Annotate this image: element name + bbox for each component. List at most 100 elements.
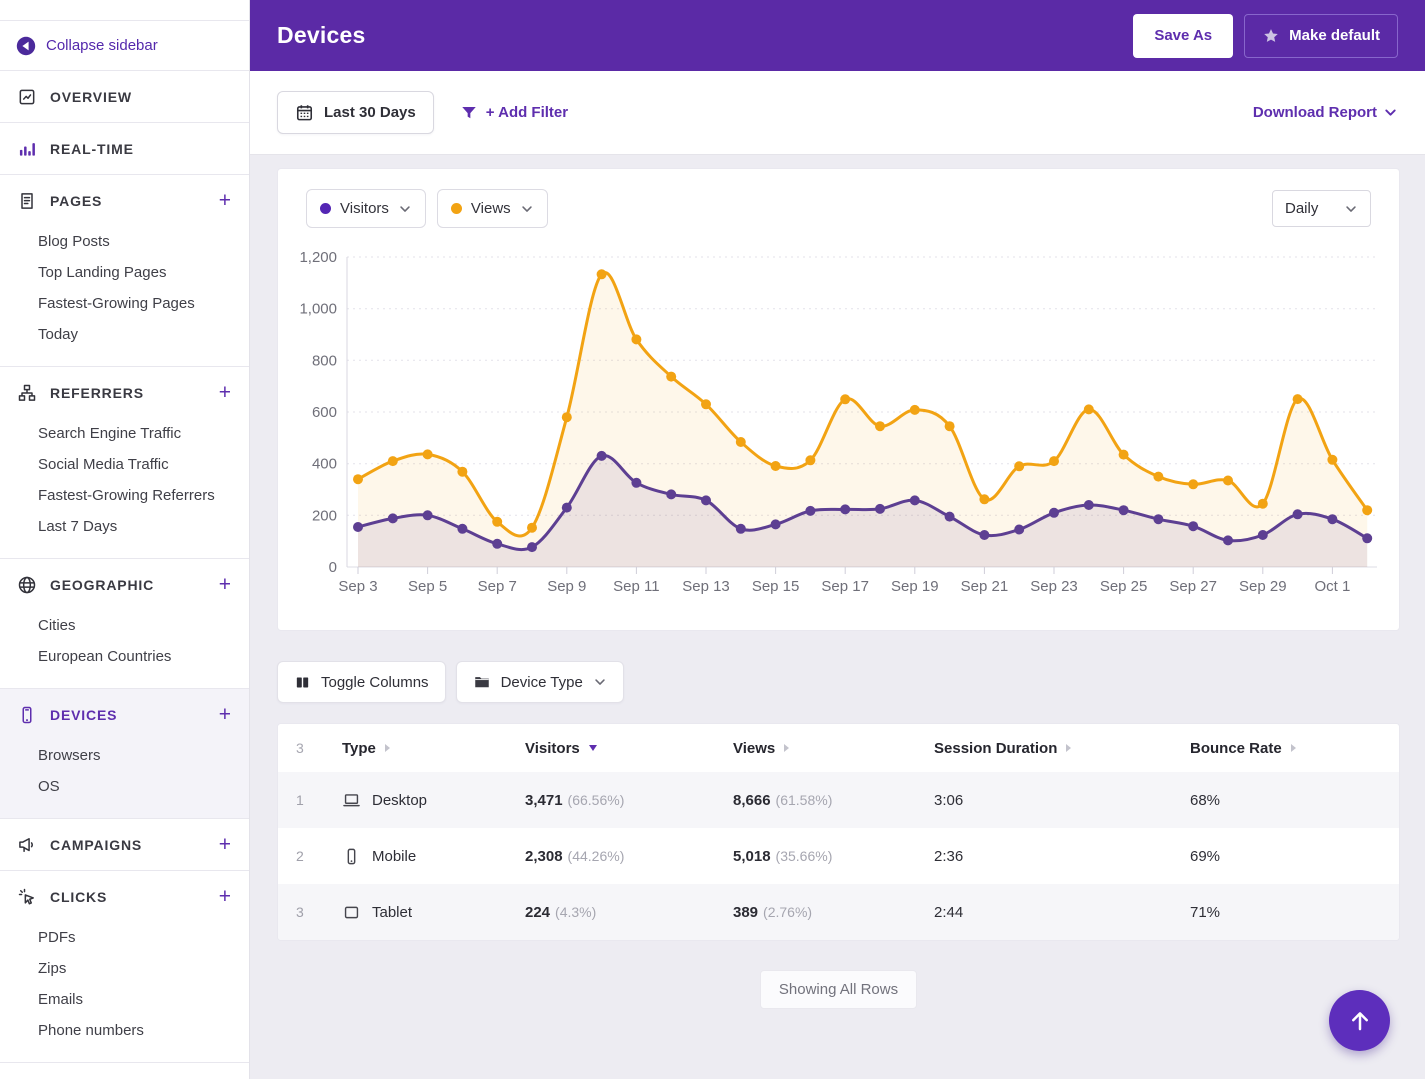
sidebar-subitem[interactable]: Phone numbers bbox=[0, 1015, 249, 1046]
visitors-data-point[interactable] bbox=[875, 504, 885, 514]
views-data-point[interactable] bbox=[771, 461, 781, 471]
device-type-dropdown[interactable]: Device Type bbox=[456, 661, 624, 703]
save-as-button[interactable]: Save As bbox=[1133, 14, 1233, 58]
sidebar-subitem[interactable]: Search Engine Traffic bbox=[0, 418, 249, 449]
table-row-desktop[interactable]: 1 Desktop 3,471(66.56%) 8,666(61.58%) 3:… bbox=[278, 772, 1399, 828]
visitors-data-point[interactable] bbox=[353, 522, 363, 532]
views-data-point[interactable] bbox=[1119, 450, 1129, 460]
visitors-data-point[interactable] bbox=[1258, 530, 1268, 540]
visitors-data-point[interactable] bbox=[1327, 514, 1337, 524]
visitors-data-point[interactable] bbox=[1014, 525, 1024, 535]
add-report-button[interactable]: + bbox=[219, 886, 231, 907]
add-report-button[interactable]: + bbox=[219, 574, 231, 595]
views-data-point[interactable] bbox=[736, 437, 746, 447]
visitors-data-point[interactable] bbox=[423, 510, 433, 520]
sidebar-subitem[interactable]: Top Landing Pages bbox=[0, 257, 249, 288]
views-data-point[interactable] bbox=[457, 467, 467, 477]
add-filter-button[interactable]: + Add Filter bbox=[460, 104, 568, 122]
sidebar-subitem[interactable]: Today bbox=[0, 319, 249, 350]
views-data-point[interactable] bbox=[388, 456, 398, 466]
table-row-mobile[interactable]: 2 Mobile 2,308(44.26%) 5,018(35.66%) 2:3… bbox=[278, 828, 1399, 884]
visitors-data-point[interactable] bbox=[736, 524, 746, 534]
sidebar-subitem[interactable]: Zips bbox=[0, 953, 249, 984]
views-data-point[interactable] bbox=[631, 334, 641, 344]
showing-all-rows-button[interactable]: Showing All Rows bbox=[760, 970, 917, 1009]
visitors-data-point[interactable] bbox=[1153, 514, 1163, 524]
toggle-columns-button[interactable]: Toggle Columns bbox=[277, 661, 446, 703]
column-header-bounce-rate[interactable]: Bounce Rate bbox=[1190, 740, 1399, 757]
views-data-point[interactable] bbox=[666, 372, 676, 382]
visitors-data-point[interactable] bbox=[1293, 509, 1303, 519]
views-data-point[interactable] bbox=[1153, 472, 1163, 482]
sidebar-subitem[interactable]: Social Media Traffic bbox=[0, 449, 249, 480]
visitors-data-point[interactable] bbox=[771, 519, 781, 529]
sidebar-subitem[interactable]: PDFs bbox=[0, 922, 249, 953]
views-data-point[interactable] bbox=[1223, 476, 1233, 486]
visitors-series-dropdown[interactable]: Visitors bbox=[306, 189, 426, 228]
sidebar-subitem[interactable]: Cities bbox=[0, 610, 249, 641]
add-report-button[interactable]: + bbox=[219, 190, 231, 211]
views-data-point[interactable] bbox=[353, 474, 363, 484]
scroll-to-top-button[interactable] bbox=[1329, 990, 1390, 1051]
views-series-dropdown[interactable]: Views bbox=[437, 189, 548, 228]
sidebar-subitem[interactable]: OS bbox=[0, 771, 249, 802]
views-data-point[interactable] bbox=[1014, 461, 1024, 471]
sidebar-subitem[interactable]: Last 7 Days bbox=[0, 511, 249, 542]
sidebar-subitem[interactable]: Blog Posts bbox=[0, 226, 249, 257]
visitors-data-point[interactable] bbox=[1119, 505, 1129, 515]
views-data-point[interactable] bbox=[1293, 394, 1303, 404]
visitors-data-point[interactable] bbox=[945, 512, 955, 522]
visitors-data-point[interactable] bbox=[388, 513, 398, 523]
sidebar-subitem[interactable]: Fastest-Growing Pages bbox=[0, 288, 249, 319]
visitors-data-point[interactable] bbox=[562, 503, 572, 513]
sidebar-item-devices[interactable]: DEVICES + bbox=[0, 689, 249, 740]
sidebar-subitem[interactable]: European Countries bbox=[0, 641, 249, 672]
sidebar-subitem[interactable]: Browsers bbox=[0, 740, 249, 771]
views-data-point[interactable] bbox=[805, 455, 815, 465]
add-report-button[interactable]: + bbox=[219, 834, 231, 855]
views-data-point[interactable] bbox=[527, 523, 537, 533]
column-header-visitors[interactable]: Visitors bbox=[525, 740, 733, 757]
views-data-point[interactable] bbox=[979, 494, 989, 504]
sidebar-item-clicks[interactable]: CLICKS + bbox=[0, 871, 249, 922]
views-data-point[interactable] bbox=[1084, 404, 1094, 414]
visitors-data-point[interactable] bbox=[597, 451, 607, 461]
views-data-point[interactable] bbox=[701, 399, 711, 409]
views-data-point[interactable] bbox=[945, 421, 955, 431]
add-report-button[interactable]: + bbox=[219, 704, 231, 725]
collapse-sidebar-button[interactable]: Collapse sidebar bbox=[0, 21, 249, 71]
views-data-point[interactable] bbox=[1188, 479, 1198, 489]
visitors-data-point[interactable] bbox=[979, 530, 989, 540]
column-header-views[interactable]: Views bbox=[733, 740, 934, 757]
sidebar-subitem[interactable]: Fastest-Growing Referrers bbox=[0, 480, 249, 511]
views-data-point[interactable] bbox=[1049, 456, 1059, 466]
views-data-point[interactable] bbox=[1362, 505, 1372, 515]
views-data-point[interactable] bbox=[492, 517, 502, 527]
visitors-data-point[interactable] bbox=[666, 489, 676, 499]
sidebar-item-geographic[interactable]: GEOGRAPHIC + bbox=[0, 559, 249, 610]
column-header-type[interactable]: Type bbox=[342, 740, 525, 757]
sidebar-subitem[interactable]: Emails bbox=[0, 984, 249, 1015]
views-data-point[interactable] bbox=[562, 412, 572, 422]
visitors-data-point[interactable] bbox=[492, 539, 502, 549]
table-row-tablet[interactable]: 3 Tablet 224(4.3%) 389(2.76%) 2:44 71% bbox=[278, 884, 1399, 940]
views-data-point[interactable] bbox=[1258, 499, 1268, 509]
sidebar-item-pages[interactable]: PAGES + bbox=[0, 175, 249, 226]
visitors-data-point[interactable] bbox=[840, 504, 850, 514]
visitors-data-point[interactable] bbox=[1362, 533, 1372, 543]
add-report-button[interactable]: + bbox=[219, 382, 231, 403]
date-range-button[interactable]: Last 30 Days bbox=[277, 91, 434, 134]
sidebar-item-real-time[interactable]: REAL-TIME bbox=[0, 123, 249, 174]
visitors-data-point[interactable] bbox=[1084, 500, 1094, 510]
visitors-data-point[interactable] bbox=[1188, 521, 1198, 531]
column-header-session-duration[interactable]: Session Duration bbox=[934, 740, 1190, 757]
views-data-point[interactable] bbox=[423, 449, 433, 459]
visitors-data-point[interactable] bbox=[701, 495, 711, 505]
views-data-point[interactable] bbox=[840, 394, 850, 404]
sidebar-item-referrers[interactable]: REFERRERS + bbox=[0, 367, 249, 418]
visitors-data-point[interactable] bbox=[1223, 535, 1233, 545]
visitors-data-point[interactable] bbox=[457, 524, 467, 534]
visitors-data-point[interactable] bbox=[910, 495, 920, 505]
visitors-data-point[interactable] bbox=[805, 506, 815, 516]
interval-select[interactable]: Daily bbox=[1272, 190, 1371, 227]
